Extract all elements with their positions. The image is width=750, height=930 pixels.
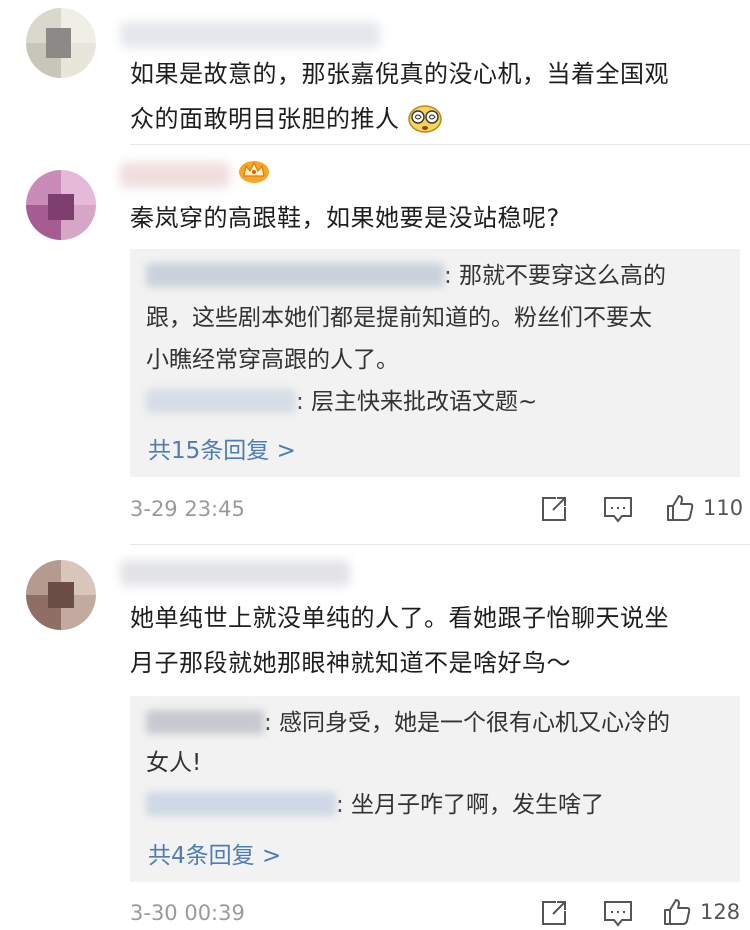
avatar[interactable] — [26, 8, 96, 78]
reply-username-blurred[interactable] — [146, 263, 444, 287]
reply-item[interactable]: : 感同身受，她是一个很有心机又心冷的 — [146, 702, 670, 744]
more-replies-link[interactable]: 共4条回复 > — [148, 836, 281, 870]
reply-box[interactable]: : 那就不要穿这么高的 跟，这些剧本她们都是提前知道的。粉丝们不要太 小瞧经常穿… — [130, 249, 740, 477]
reply-item[interactable]: : 层主快来批改语文题~ — [146, 381, 537, 423]
comment-text: 她单纯世上就没单纯的人了。看她跟子怡聊天说坐 月子那段就她那眼神就知道不是啥好鸟… — [130, 604, 669, 677]
share-icon — [539, 898, 569, 928]
comment-text: 秦岚穿的高跟鞋，如果她要是没站稳呢? — [130, 204, 560, 232]
share-button[interactable] — [539, 898, 569, 928]
more-replies-link[interactable]: 共15条回复 > — [148, 431, 296, 465]
comment-button[interactable] — [602, 494, 634, 524]
reply-item-continued: 跟，这些剧本她们都是提前知道的。粉丝们不要太 — [146, 305, 652, 331]
username-blurred[interactable] — [120, 162, 230, 188]
avatar[interactable] — [26, 560, 96, 630]
comment-icon — [602, 898, 634, 928]
comment-divider — [130, 544, 750, 545]
reply-username-blurred[interactable] — [146, 389, 296, 413]
comment-icon — [602, 494, 634, 524]
like-button[interactable]: 128 — [662, 897, 740, 927]
comment-divider — [130, 144, 750, 145]
reply-username-blurred[interactable] — [146, 792, 336, 816]
reply-box[interactable]: : 感同身受，她是一个很有心机又心冷的 女人! : 坐月子咋了啊，发生啥了 共4… — [130, 696, 740, 882]
comment-time: 3-29 23:45 — [130, 497, 245, 521]
comment-time: 3-30 00:39 — [130, 901, 245, 925]
share-button[interactable] — [539, 494, 569, 524]
username-blurred[interactable] — [120, 560, 350, 586]
crown-badge-icon — [238, 158, 270, 188]
thumbs-up-icon — [665, 493, 695, 523]
dizzy-face-emoji-icon — [407, 103, 442, 148]
like-count: 110 — [703, 496, 744, 520]
reply-username-blurred[interactable] — [146, 710, 264, 734]
like-button[interactable]: 110 — [665, 493, 743, 523]
reply-item-continued: 小瞧经常穿高跟的人了。 — [146, 347, 399, 373]
like-count: 128 — [700, 900, 741, 924]
avatar[interactable] — [26, 170, 96, 240]
comment-text: 如果是故意的，那张嘉倪真的没心机，当着全国观 众的面敢明目张胆的推人 — [130, 52, 669, 148]
reply-item[interactable]: : 坐月子咋了啊，发生啥了 — [146, 784, 604, 826]
thumbs-up-icon — [662, 897, 692, 927]
username-blurred[interactable] — [120, 22, 380, 48]
reply-item-continued: 女人! — [146, 750, 202, 776]
share-icon — [539, 494, 569, 524]
comment-button[interactable] — [602, 898, 634, 928]
reply-item[interactable]: : 那就不要穿这么高的 — [146, 255, 666, 297]
